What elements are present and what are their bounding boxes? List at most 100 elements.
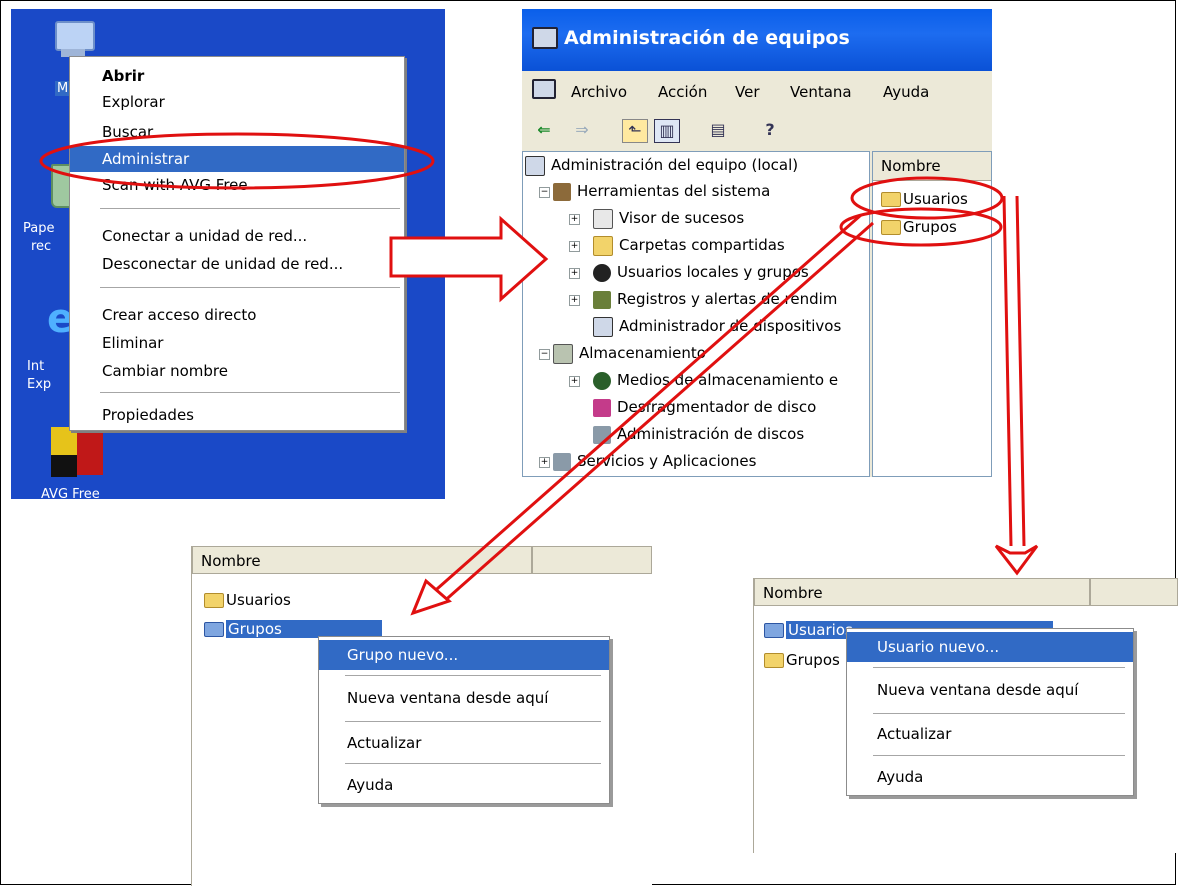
column-header-nombre[interactable]: Nombre xyxy=(873,152,991,181)
expand-icon[interactable]: + xyxy=(569,241,580,252)
menu-actualizar[interactable]: Actualizar xyxy=(319,728,609,758)
export-list-icon[interactable]: ▤ xyxy=(706,119,730,141)
defrag-icon xyxy=(593,398,611,417)
collapse-icon[interactable]: − xyxy=(539,187,550,198)
arrow-head-users xyxy=(994,544,1039,576)
expand-icon[interactable]: + xyxy=(569,376,580,387)
folder-icon xyxy=(204,622,224,637)
menu-archivo[interactable]: Archivo xyxy=(571,83,627,101)
list-item-grupos[interactable]: Grupos xyxy=(881,218,957,236)
mmc-app-icon xyxy=(532,79,556,99)
menu-abrir[interactable]: Abrir xyxy=(70,63,404,89)
storage-icon xyxy=(553,343,573,364)
menu-cambiar-nombre[interactable]: Cambiar nombre xyxy=(70,358,404,384)
column-header-nombre[interactable]: Nombre xyxy=(192,546,532,574)
tree-system-tools[interactable]: Herramientas del sistema xyxy=(553,178,770,204)
menu-nueva-ventana[interactable]: Nueva ventana desde aquí xyxy=(847,675,1133,705)
removable-storage-icon xyxy=(593,371,611,390)
computer-icon xyxy=(525,155,545,176)
ie-label-2: Exp xyxy=(27,377,52,392)
illustration-frame: M Pape rec e Int Exp AVG Free Abrir Expl… xyxy=(0,0,1178,886)
menu-separator xyxy=(873,713,1125,714)
tree-root[interactable]: Administración del equipo (local) xyxy=(525,152,798,178)
expand-icon[interactable]: + xyxy=(569,295,580,306)
menu-crear-acceso[interactable]: Crear acceso directo xyxy=(70,302,404,328)
menu-administrar[interactable]: Administrar xyxy=(70,146,404,172)
computer-icon xyxy=(532,27,558,49)
menu-accion[interactable]: Acción xyxy=(658,83,707,101)
recycle-bin-label-1: Pape xyxy=(23,221,55,236)
arrow-to-users-panel xyxy=(1002,195,1026,547)
up-folder-icon[interactable]: ⬑ xyxy=(622,119,648,143)
column-header-nombre[interactable]: Nombre xyxy=(754,578,1090,606)
avg-free-icon[interactable] xyxy=(51,427,105,479)
device-manager-icon xyxy=(593,316,613,337)
help-icon[interactable]: ? xyxy=(758,119,782,141)
menu-conectar-unidad[interactable]: Conectar a unidad de red... xyxy=(70,223,404,249)
computer-management-window: Administración de equipos Archivo Acción… xyxy=(522,9,992,477)
desktop: M Pape rec e Int Exp AVG Free Abrir Expl… xyxy=(11,9,445,499)
menu-usuario-nuevo[interactable]: Usuario nuevo... xyxy=(847,632,1133,662)
menu-actualizar[interactable]: Actualizar xyxy=(847,719,1133,749)
menu-propiedades[interactable]: Propiedades xyxy=(70,402,404,428)
forward-arrow-icon[interactable]: ⇒ xyxy=(570,119,594,141)
toolbar: ⇐ ⇒ ⬑ ▥ ▤ ? xyxy=(522,113,992,149)
collapse-icon[interactable]: − xyxy=(539,349,550,360)
menu-separator xyxy=(100,287,400,288)
disk-management-icon xyxy=(593,425,611,444)
menu-separator xyxy=(873,755,1125,756)
menu-separator xyxy=(100,392,400,393)
expand-icon[interactable]: + xyxy=(569,268,580,279)
folder-icon xyxy=(881,192,901,207)
menu-scan-avg[interactable]: Scan with AVG Free xyxy=(70,172,404,198)
desktop-context-menu: Abrir Explorar Buscar... Administrar Sca… xyxy=(69,56,405,431)
tree-storage[interactable]: Almacenamiento xyxy=(553,340,706,366)
console-tree: Administración del equipo (local) − Herr… xyxy=(522,151,870,477)
window-titlebar: Administración de equipos xyxy=(522,9,992,71)
list-item-usuarios[interactable]: Usuarios xyxy=(881,190,968,208)
tree-local-users-groups[interactable]: Usuarios locales y grupos xyxy=(593,259,809,285)
folder-icon xyxy=(764,623,784,638)
menu-ayuda[interactable]: Ayuda xyxy=(847,762,1133,792)
tree-disk-management[interactable]: Administración de discos xyxy=(593,421,804,447)
menu-separator xyxy=(345,675,601,676)
back-arrow-icon[interactable]: ⇐ xyxy=(532,119,556,141)
menu-separator xyxy=(345,721,601,722)
list-item-grupos[interactable]: Grupos xyxy=(764,648,840,672)
menu-eliminar[interactable]: Eliminar xyxy=(70,330,404,356)
tree-services-apps[interactable]: Servicios y Aplicaciones xyxy=(553,448,756,474)
menu-ventana[interactable]: Ventana xyxy=(790,83,852,101)
menu-grupo-nuevo[interactable]: Grupo nuevo... xyxy=(319,640,609,670)
folder-icon xyxy=(881,220,901,235)
tree-removable-storage[interactable]: Medios de almacenamiento e xyxy=(593,367,838,393)
menu-nueva-ventana[interactable]: Nueva ventana desde aquí xyxy=(319,683,609,713)
menu-separator xyxy=(345,763,601,764)
event-viewer-icon xyxy=(593,208,613,229)
tree-event-viewer[interactable]: Visor de sucesos xyxy=(593,205,744,231)
performance-logs-icon xyxy=(593,290,611,309)
shared-folder-icon xyxy=(593,235,613,256)
window-title: Administración de equipos xyxy=(564,27,850,49)
list-item-usuarios[interactable]: Usuarios xyxy=(204,588,291,612)
menu-explorar[interactable]: Explorar xyxy=(70,89,404,115)
recycle-bin-label-2: rec xyxy=(31,239,52,254)
menu-ver[interactable]: Ver xyxy=(735,83,760,101)
column-header-extra xyxy=(532,546,652,574)
show-hide-tree-icon[interactable]: ▥ xyxy=(654,119,680,143)
tree-perf-logs[interactable]: Registros y alertas de rendim xyxy=(593,286,837,312)
expand-icon[interactable]: + xyxy=(539,457,550,468)
menu-ayuda[interactable]: Ayuda xyxy=(319,770,609,800)
avg-free-label: AVG Free xyxy=(41,487,100,499)
menu-separator xyxy=(100,208,400,209)
menu-buscar[interactable]: Buscar... xyxy=(70,119,404,145)
tree-device-manager[interactable]: Administrador de dispositivos xyxy=(593,313,841,339)
tree-shared-folders[interactable]: Carpetas compartidas xyxy=(593,232,785,258)
expand-icon[interactable]: + xyxy=(569,214,580,225)
my-computer-icon[interactable] xyxy=(51,21,95,61)
groups-panel: Nombre Usuarios Grupos Grupo nuevo... Nu… xyxy=(191,546,652,886)
menu-desconectar-unidad[interactable]: Desconectar de unidad de red... xyxy=(70,251,404,277)
menu-separator xyxy=(873,667,1125,668)
tree-defrag[interactable]: Desfragmentador de disco xyxy=(593,394,816,420)
menu-ayuda[interactable]: Ayuda xyxy=(883,83,929,101)
users-panel: Nombre Usuarios Grupos Usuario nuevo... … xyxy=(753,578,1178,853)
